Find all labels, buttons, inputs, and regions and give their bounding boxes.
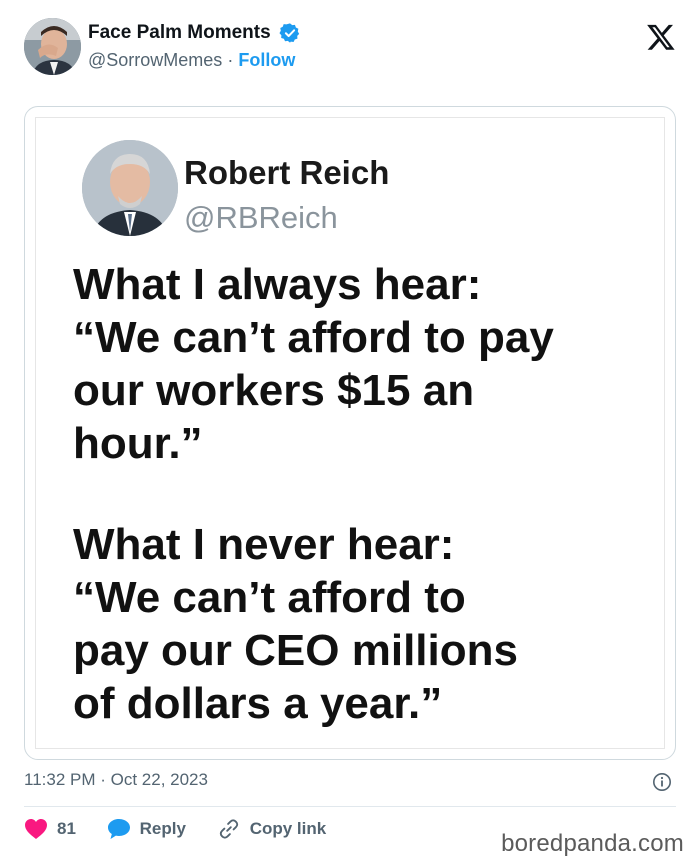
tweet-card: Face Palm Moments @SorrowMemes · Follow	[0, 0, 700, 866]
author-name[interactable]: Face Palm Moments	[88, 22, 271, 44]
watermark: boredpanda.com	[501, 830, 684, 857]
quoted-author-name: Robert Reich	[184, 154, 390, 191]
author-block: Face Palm Moments @SorrowMemes · Follow	[88, 22, 301, 71]
author-handle[interactable]: @SorrowMemes	[88, 50, 222, 70]
quoted-tweet-screenshot: Robert Reich @RBReich What I always hear…	[35, 117, 665, 749]
follow-button[interactable]: Follow	[238, 50, 295, 70]
quoted-text: What I always hear: “We can’t afford to …	[73, 258, 644, 730]
like-button[interactable]: 81	[24, 818, 76, 840]
tweet-timestamp[interactable]: 11:32 PM · Oct 22, 2023	[24, 770, 208, 790]
quoted-author-handle: @RBReich	[184, 200, 338, 235]
author-avatar[interactable]	[24, 18, 81, 75]
reply-button[interactable]: Reply	[107, 818, 186, 840]
tweet-header: Face Palm Moments @SorrowMemes · Follow	[24, 18, 680, 78]
reply-label: Reply	[139, 819, 186, 838]
verified-badge-icon	[279, 22, 301, 44]
separator-dot: ·	[227, 50, 234, 70]
footer-divider	[24, 806, 676, 807]
handle-row: @SorrowMemes · Follow	[88, 50, 301, 71]
quote-paragraph-never: What I never hear: “We can’t afford to p…	[73, 520, 518, 728]
speech-bubble-icon	[107, 819, 130, 839]
heart-icon	[25, 819, 47, 839]
copy-link-label: Copy link	[249, 819, 327, 838]
action-bar: 81 Reply Copy link	[24, 818, 352, 846]
quoted-author-avatar	[82, 140, 178, 236]
like-count: 81	[57, 819, 76, 838]
embedded-image[interactable]: Robert Reich @RBReich What I always hear…	[24, 106, 676, 760]
quote-paragraph-always: What I always hear: “We can’t afford to …	[73, 260, 554, 468]
copy-link-button[interactable]: Copy link	[217, 818, 327, 840]
link-icon	[219, 819, 238, 839]
x-logo-icon[interactable]	[646, 22, 676, 52]
info-icon[interactable]	[652, 772, 672, 792]
